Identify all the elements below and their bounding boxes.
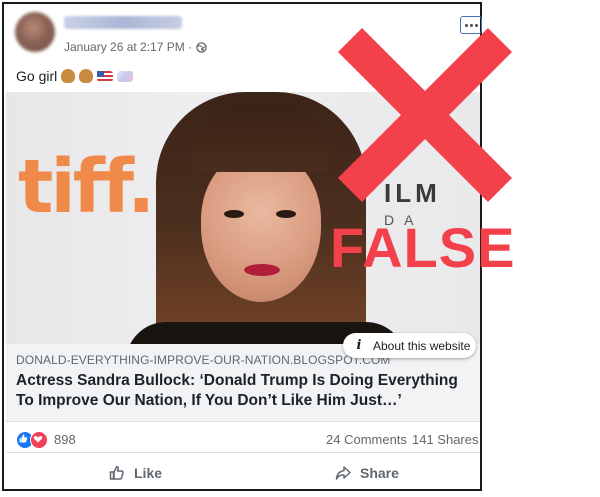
like-label: Like [134, 465, 163, 481]
comments-count[interactable]: 24 Comments [326, 432, 407, 447]
author-name-blurred[interactable] [64, 16, 182, 29]
share-button[interactable]: Share [334, 464, 399, 482]
share-icon [335, 466, 351, 480]
globe-icon [196, 41, 207, 53]
portrait-eye [276, 210, 296, 218]
like-button[interactable]: Like [108, 464, 162, 482]
false-verdict-label: FALSE [330, 216, 516, 279]
portrait-lips [244, 264, 280, 276]
post-meta: January 26 at 2:17 PM · [64, 40, 207, 54]
us-flag-emoji-icon [97, 70, 114, 82]
reaction-count[interactable]: 898 [54, 432, 76, 447]
post-text: Go girl [16, 68, 134, 84]
shares-count[interactable]: 141 Shares [412, 432, 479, 447]
about-website-label: About this website [373, 338, 471, 353]
reactions-row: 898 24 Comments 141 Shares [6, 427, 480, 453]
info-icon: i [356, 338, 362, 353]
post-timestamp[interactable]: January 26 at 2:17 PM · [64, 40, 192, 54]
link-title[interactable]: Actress Sandra Bullock: ‘Donald Trump Is… [16, 371, 466, 411]
thumbs-up-emoji-icon [61, 69, 76, 83]
share-label: Share [360, 465, 399, 481]
link-domain: DONALD-EVERYTHING-IMPROVE-OUR-NATION.BLO… [16, 353, 391, 367]
thumbs-up-emoji-icon [79, 69, 94, 83]
avatar[interactable] [15, 12, 55, 52]
backdrop-logo: tiff. [18, 144, 155, 230]
love-reaction-icon[interactable] [30, 431, 48, 449]
portrait-eye [224, 210, 244, 218]
about-website-button[interactable]: i About this website [343, 333, 476, 358]
post-body: Go girl [16, 68, 58, 84]
like-icon [109, 465, 124, 480]
portrait-face [201, 152, 321, 302]
flag-emoji-icon [117, 70, 134, 82]
